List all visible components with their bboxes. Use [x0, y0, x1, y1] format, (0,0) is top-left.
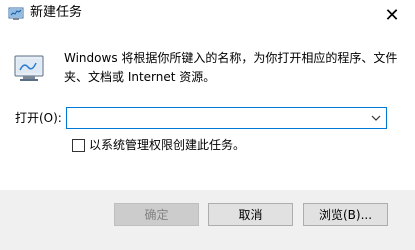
open-combobox[interactable]	[66, 107, 387, 129]
cancel-button-label: 取消	[238, 208, 263, 222]
open-field-label: 打开(O):	[15, 111, 62, 125]
description-text: Windows 将根据你所键入的名称，为你打开相应的程序、文件夹、文档或 Int…	[64, 51, 398, 84]
admin-checkbox[interactable]	[72, 138, 85, 152]
ok-button[interactable]: 确定	[114, 203, 199, 226]
admin-checkbox-label[interactable]: 以系统管理权限创建此任务。	[89, 138, 245, 152]
cancel-button[interactable]: 取消	[208, 203, 293, 226]
task-manager-icon	[8, 7, 24, 20]
admin-option-row[interactable]: 以系统管理权限创建此任务。	[72, 137, 245, 153]
browse-button-label: 浏览(B)...	[318, 208, 373, 222]
ok-button-label: 确定	[144, 208, 169, 222]
open-input[interactable]	[70, 110, 360, 126]
window-title: 新建任务	[30, 5, 83, 20]
browse-button[interactable]: 浏览(B)...	[303, 203, 388, 226]
close-button[interactable]: ✕	[369, 0, 415, 30]
chevron-down-icon[interactable]	[369, 111, 383, 125]
close-icon: ✕	[384, 4, 400, 26]
title-bar: 新建任务 ✕	[0, 0, 415, 30]
run-dialog-icon	[14, 55, 44, 81]
